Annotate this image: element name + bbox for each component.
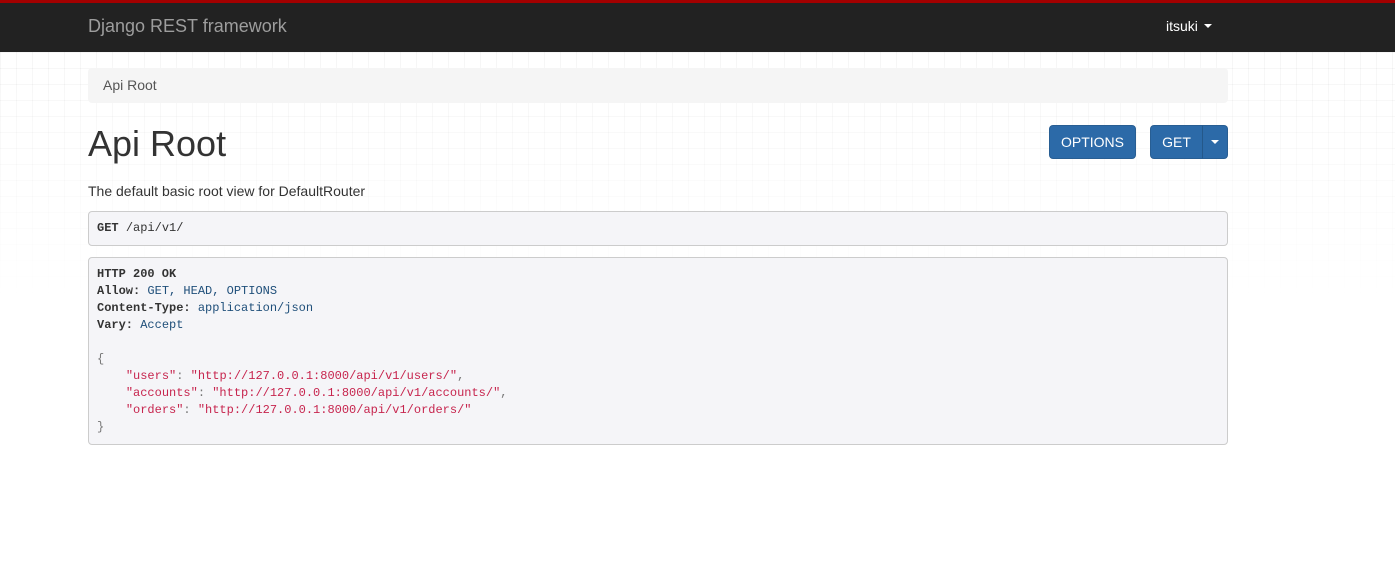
- header-value: application/json: [197, 301, 314, 315]
- json-link-users[interactable]: "http://127.0.0.1:8000/api/v1/users/": [191, 369, 457, 383]
- json-open-brace: {: [97, 352, 105, 366]
- header-name: Content-Type:: [97, 301, 191, 315]
- request-method: GET: [97, 221, 119, 235]
- json-key: "users": [125, 369, 177, 383]
- page-description: The default basic root view for DefaultR…: [88, 183, 366, 199]
- header-value: Accept: [140, 318, 184, 332]
- get-format-dropdown-button[interactable]: [1202, 125, 1228, 159]
- brand-link[interactable]: Django REST framework: [88, 16, 287, 37]
- response-info: HTTP 200 OK Allow: GET, HEAD, OPTIONS Co…: [88, 257, 1228, 445]
- options-button[interactable]: OPTIONS: [1049, 125, 1136, 159]
- header-name: Allow:: [97, 284, 141, 298]
- json-link-accounts[interactable]: "http://127.0.0.1:8000/api/v1/accounts/": [212, 386, 500, 400]
- json-key: "accounts": [125, 386, 198, 400]
- json-link-orders[interactable]: "http://127.0.0.1:8000/api/v1/orders/": [198, 403, 472, 417]
- header-value: GET, HEAD, OPTIONS: [147, 284, 278, 298]
- json-close-brace: }: [97, 420, 105, 434]
- breadcrumb-item-api-root[interactable]: Api Root: [103, 77, 157, 93]
- request-info: GET /api/v1/: [88, 211, 1228, 246]
- username-label: itsuki: [1166, 18, 1198, 34]
- response-status: HTTP 200 OK: [97, 267, 177, 281]
- breadcrumb: Api Root: [88, 68, 1228, 103]
- header-name: Vary:: [97, 318, 134, 332]
- get-button[interactable]: GET: [1150, 125, 1203, 159]
- page-title: Api Root: [88, 123, 227, 164]
- caret-down-icon: [1203, 24, 1212, 28]
- user-menu-dropdown[interactable]: itsuki: [1166, 18, 1212, 34]
- main-content: Api Root Api Root OPTIONS GET The defaul…: [88, 52, 1228, 445]
- navbar: Django REST framework itsuki: [0, 0, 1395, 52]
- caret-down-icon: [1211, 140, 1219, 144]
- header-row: Api Root OPTIONS GET: [88, 121, 1228, 183]
- request-path: /api/v1/: [125, 221, 184, 235]
- json-key: "orders": [125, 403, 184, 417]
